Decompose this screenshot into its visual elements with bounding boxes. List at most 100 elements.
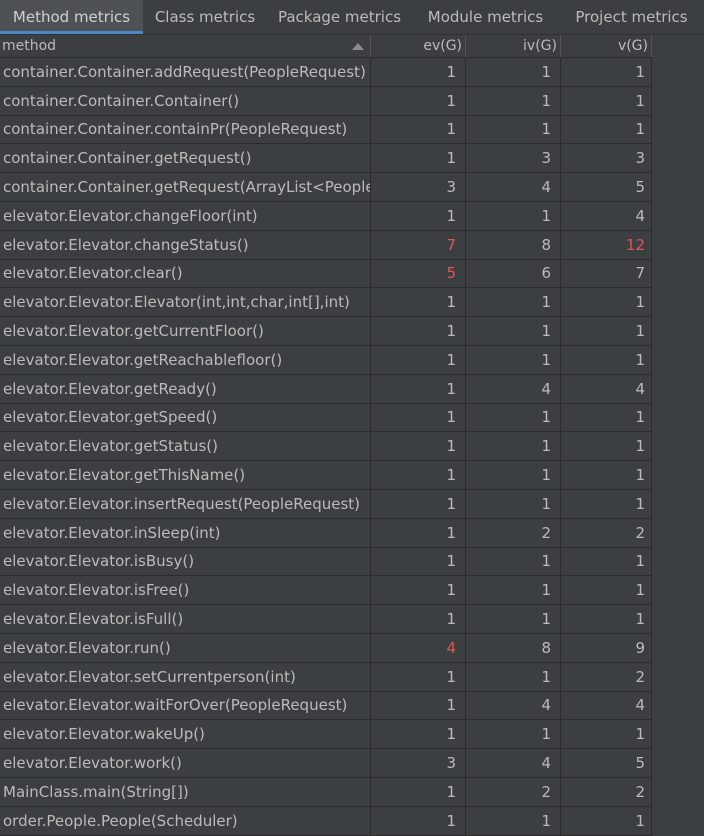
ev-value-cell: 1 [371, 518, 466, 548]
v-value-cell: 1 [561, 345, 652, 375]
ev-value-cell: 5 [371, 259, 466, 289]
table-row[interactable]: elevator.Elevator.Elevator(int,int,char,… [0, 288, 652, 318]
iv-value-cell: 1 [466, 345, 561, 375]
method-name-cell: elevator.Elevator.waitForOver(PeopleRequ… [0, 691, 371, 721]
column-header-method[interactable]: method [0, 35, 371, 57]
table-row[interactable]: container.Container.containPr(PeopleRequ… [0, 115, 652, 145]
iv-value-cell: 1 [466, 403, 561, 433]
table-row[interactable]: elevator.Elevator.work() 3 4 5 [0, 749, 652, 778]
tab-class-metrics[interactable]: Class metrics [143, 0, 267, 34]
method-name-cell: elevator.Elevator.getStatus() [0, 432, 371, 462]
v-value-cell: 1 [561, 576, 652, 606]
table-row[interactable]: container.Container.getRequest() 1 3 3 [0, 144, 652, 174]
iv-value-cell: 1 [466, 547, 561, 577]
v-value-cell: 7 [561, 259, 652, 289]
table-row[interactable]: elevator.Elevator.waitForOver(PeopleRequ… [0, 691, 652, 721]
iv-value-cell: 8 [466, 633, 561, 663]
method-name-cell: elevator.Elevator.inSleep(int) [0, 518, 371, 548]
column-header-iv-label: iv(G) [523, 38, 557, 54]
column-header-ev[interactable]: ev(G) [371, 35, 466, 57]
table-row[interactable]: elevator.Elevator.insertRequest(PeopleRe… [0, 489, 652, 519]
iv-value-cell: 1 [466, 86, 561, 116]
ev-value-cell: 1 [371, 58, 466, 87]
tab-project-metrics[interactable]: Project metrics [559, 0, 704, 34]
table-row[interactable]: elevator.Elevator.clear() 5 6 7 [0, 259, 652, 289]
v-value-cell: 1 [561, 806, 652, 836]
v-value-cell: 2 [561, 662, 652, 692]
iv-value-cell: 1 [466, 605, 561, 634]
iv-value-cell: 4 [466, 173, 561, 202]
ev-value-cell: 3 [371, 173, 466, 202]
table-row[interactable]: container.Container.addRequest(PeopleReq… [0, 58, 652, 87]
v-value-cell: 3 [561, 144, 652, 174]
method-name-cell: elevator.Elevator.isFull() [0, 605, 371, 634]
iv-value-cell: 1 [466, 288, 561, 318]
table-row[interactable]: elevator.Elevator.changeStatus() 7 8 12 [0, 230, 652, 260]
ev-value-cell: 1 [371, 489, 466, 519]
table-row[interactable]: elevator.Elevator.getSpeed() 1 1 1 [0, 403, 652, 433]
table-row[interactable]: container.Container.getRequest(ArrayList… [0, 173, 652, 202]
iv-value-cell: 1 [466, 115, 561, 145]
v-value-cell: 1 [561, 288, 652, 318]
ev-value-cell: 1 [371, 115, 466, 145]
iv-value-cell: 1 [466, 58, 561, 87]
method-name-cell: elevator.Elevator.wakeUp() [0, 720, 371, 750]
table-row[interactable]: elevator.Elevator.getReady() 1 4 4 [0, 374, 652, 404]
sort-ascending-icon [352, 42, 364, 50]
iv-value-cell: 1 [466, 489, 561, 519]
method-name-cell: container.Container.Container() [0, 86, 371, 116]
method-name-cell: container.Container.getRequest(ArrayList… [0, 173, 371, 202]
tab-module-metrics[interactable]: Module metrics [412, 0, 559, 34]
v-value-cell: 4 [561, 691, 652, 721]
table-row[interactable]: elevator.Elevator.getStatus() 1 1 1 [0, 432, 652, 462]
table-row[interactable]: order.People.People(Scheduler) 1 1 1 [0, 806, 652, 836]
ev-value-cell: 1 [371, 288, 466, 318]
iv-value-cell: 4 [466, 749, 561, 778]
tab-method-metrics[interactable]: Method metrics [0, 0, 143, 34]
table-row[interactable]: elevator.Elevator.isFull() 1 1 1 [0, 605, 652, 634]
v-value-cell: 1 [561, 461, 652, 490]
v-value-cell: 9 [561, 633, 652, 663]
column-header-iv[interactable]: iv(G) [466, 35, 561, 57]
iv-value-cell: 4 [466, 374, 561, 404]
iv-value-cell: 1 [466, 662, 561, 692]
v-value-cell: 1 [561, 720, 652, 750]
table-row[interactable]: elevator.Elevator.run() 4 8 9 [0, 633, 652, 663]
method-name-cell: elevator.Elevator.getCurrentFloor() [0, 317, 371, 346]
method-name-cell: container.Container.getRequest() [0, 144, 371, 174]
ev-value-cell: 1 [371, 461, 466, 490]
table-row[interactable]: elevator.Elevator.inSleep(int) 1 2 2 [0, 518, 652, 548]
column-header-ev-label: ev(G) [423, 38, 462, 54]
iv-value-cell: 1 [466, 806, 561, 836]
ev-value-cell: 7 [371, 230, 466, 260]
table-row[interactable]: elevator.Elevator.isFree() 1 1 1 [0, 576, 652, 606]
v-value-cell: 4 [561, 374, 652, 404]
table-row[interactable]: MainClass.main(String[]) 1 2 2 [0, 777, 652, 807]
table-row[interactable]: elevator.Elevator.getReachablefloor() 1 1 1 [0, 345, 652, 375]
table-row[interactable]: elevator.Elevator.getCurrentFloor() 1 1 1 [0, 317, 652, 346]
column-header-v[interactable]: v(G) [561, 35, 652, 57]
method-name-cell: elevator.Elevator.run() [0, 633, 371, 663]
method-name-cell: elevator.Elevator.work() [0, 749, 371, 778]
table-row[interactable]: elevator.Elevator.wakeUp() 1 1 1 [0, 720, 652, 750]
iv-value-cell: 1 [466, 576, 561, 606]
table-row[interactable]: elevator.Elevator.isBusy() 1 1 1 [0, 547, 652, 577]
ev-value-cell: 1 [371, 547, 466, 577]
tab-package-metrics[interactable]: Package metrics [267, 0, 412, 34]
iv-value-cell: 1 [466, 720, 561, 750]
method-name-cell: elevator.Elevator.getSpeed() [0, 403, 371, 433]
table-row[interactable]: container.Container.Container() 1 1 1 [0, 86, 652, 116]
v-value-cell: 1 [561, 86, 652, 116]
table-row[interactable]: elevator.Elevator.changeFloor(int) 1 1 4 [0, 201, 652, 231]
iv-value-cell: 1 [466, 201, 561, 231]
method-name-cell: elevator.Elevator.Elevator(int,int,char,… [0, 288, 371, 318]
method-name-cell: elevator.Elevator.setCurrentperson(int) [0, 662, 371, 692]
ev-value-cell: 1 [371, 374, 466, 404]
method-name-cell: container.Container.containPr(PeopleRequ… [0, 115, 371, 145]
table-row[interactable]: elevator.Elevator.setCurrentperson(int) 1… [0, 662, 652, 692]
v-value-cell: 2 [561, 518, 652, 548]
table-row[interactable]: elevator.Elevator.getThisName() 1 1 1 [0, 461, 652, 490]
method-name-cell: elevator.Elevator.getReady() [0, 374, 371, 404]
ev-value-cell: 1 [371, 720, 466, 750]
ev-value-cell: 3 [371, 749, 466, 778]
